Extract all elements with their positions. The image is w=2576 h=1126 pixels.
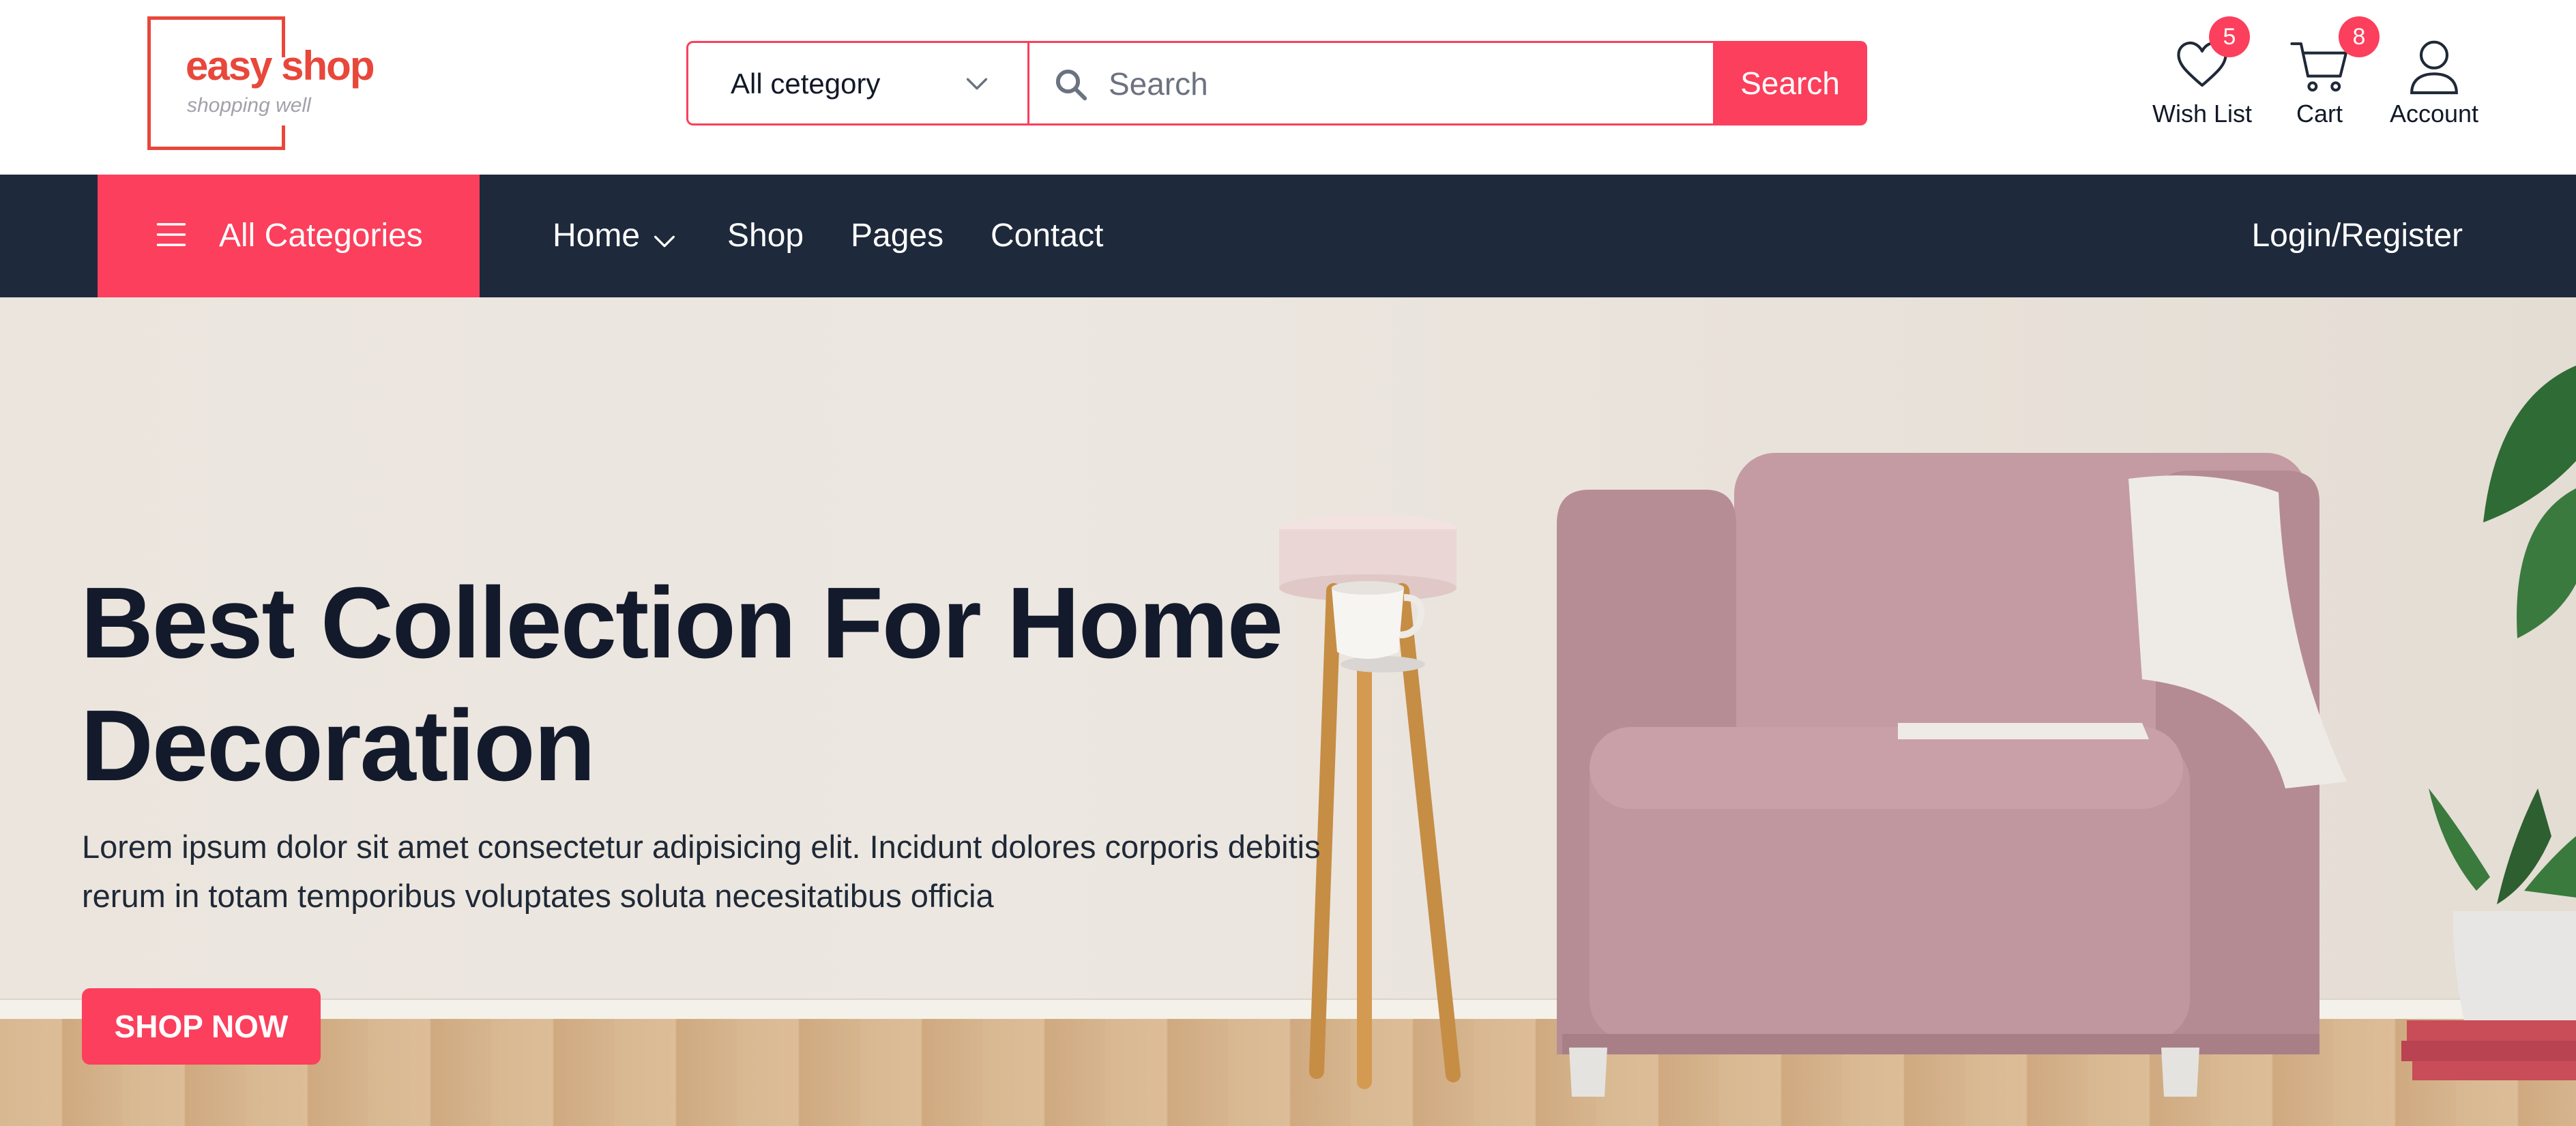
- logo-title: easy shop: [186, 43, 375, 89]
- all-categories-button[interactable]: All Categories: [98, 175, 480, 297]
- cart-button[interactable]: 8 Cart: [2258, 16, 2381, 140]
- nav-link-shop[interactable]: Shop: [727, 217, 804, 254]
- search-icon: [1055, 69, 1087, 101]
- chevron-down-icon: [966, 78, 988, 90]
- search-bar: All cetegory Search: [686, 41, 1867, 125]
- all-categories-label: All Categories: [219, 218, 423, 254]
- search-input[interactable]: [1109, 57, 1777, 111]
- nav-link-contact[interactable]: Contact: [991, 217, 1103, 254]
- site-header: easy shop shopping well All cetegory Sea…: [0, 0, 2576, 175]
- armchair-illustration: [1557, 453, 2347, 1097]
- search-button[interactable]: Search: [1713, 41, 1867, 125]
- logo-tagline: shopping well: [187, 94, 311, 117]
- plant-illustration: [2401, 366, 2576, 1080]
- nav-link-pages[interactable]: Pages: [851, 217, 943, 254]
- wishlist-count-badge: 5: [2209, 16, 2250, 57]
- wishlist-label: Wish List: [2152, 100, 2253, 128]
- cart-label: Cart: [2296, 100, 2343, 128]
- chevron-down-icon: [654, 235, 675, 248]
- menu-icon: [156, 223, 186, 246]
- category-select[interactable]: All cetegory: [688, 43, 1029, 123]
- category-select-value: All cetegory: [731, 68, 881, 100]
- hero-description: Lorem ipsum dolor sit amet consectetur a…: [82, 829, 1321, 914]
- user-icon: [2410, 40, 2458, 95]
- hero-banner: Best Collection For Home Decoration Lore…: [0, 297, 2576, 1126]
- account-button[interactable]: Account: [2373, 25, 2496, 140]
- nav-link-home[interactable]: Home: [553, 217, 640, 254]
- login-register-link[interactable]: Login/Register: [2251, 217, 2463, 254]
- shop-now-button[interactable]: SHOP NOW: [82, 988, 321, 1065]
- wishlist-button[interactable]: 5 Wish List: [2141, 16, 2264, 140]
- main-nav: All Categories Home Shop Pages Contact L…: [0, 175, 2576, 297]
- account-label: Account: [2389, 100, 2479, 128]
- hero-title: Best Collection For Home Decoration: [80, 567, 1283, 802]
